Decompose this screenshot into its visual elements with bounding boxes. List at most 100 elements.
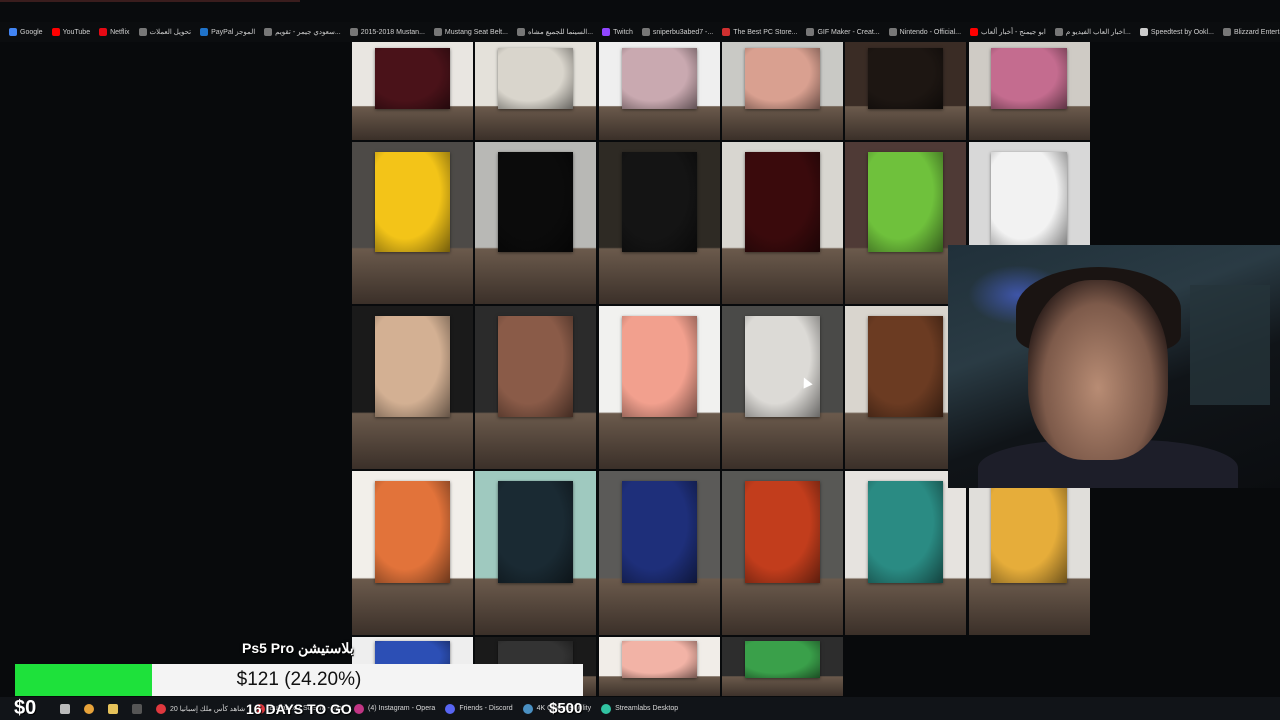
tile-joker-dance[interactable] bbox=[721, 142, 843, 304]
tile-swirl-marble-art[interactable] bbox=[598, 42, 720, 140]
taskbar-app-label: Friends - Discord bbox=[459, 705, 513, 712]
poster-art bbox=[744, 315, 820, 417]
poster-art bbox=[374, 151, 450, 253]
google-icon bbox=[9, 28, 17, 36]
bookmark-14[interactable]: ابو جيمنج - أخبار ألعاب bbox=[970, 28, 1046, 36]
poster-art bbox=[991, 47, 1067, 109]
poster-art bbox=[498, 151, 574, 253]
tile-just-do-it-poster[interactable] bbox=[352, 142, 473, 304]
tile-red-portrait-art[interactable] bbox=[721, 471, 843, 635]
poster-art bbox=[621, 47, 697, 109]
taskbar-app-label: شاهد كأس ملك إسبانيا 20 bbox=[170, 705, 246, 713]
poster-art bbox=[991, 480, 1067, 583]
taskbar-app-2[interactable]: (4) Instagram - Opera bbox=[354, 703, 436, 714]
page-icon bbox=[516, 28, 525, 36]
instagram-icon bbox=[354, 703, 365, 714]
webcam-overlay bbox=[948, 245, 1280, 488]
bookmark-0[interactable]: Google bbox=[9, 28, 43, 36]
bookmark-label: The Best PC Store... bbox=[733, 28, 798, 36]
poster-art bbox=[744, 151, 820, 253]
bookmark-13[interactable]: Nintendo - Official... bbox=[888, 28, 962, 36]
tile-pink-birds-art[interactable] bbox=[598, 637, 720, 696]
tile-floral-over-leather-sofa[interactable] bbox=[721, 42, 843, 140]
poster-art bbox=[498, 315, 574, 417]
page-icon bbox=[888, 28, 897, 36]
browser-top-strip bbox=[0, 0, 1280, 22]
bookmark-15[interactable]: اخبار العاب الفيديو م... bbox=[1054, 28, 1131, 36]
goal-progress-bar: $121 (24.20%) bbox=[15, 664, 583, 696]
taskbar-windows-icon[interactable] bbox=[60, 703, 74, 714]
page-icon bbox=[264, 28, 273, 36]
page-icon bbox=[138, 28, 147, 36]
poster-art bbox=[744, 480, 820, 583]
taskbar-app-5[interactable]: Streamlabs Desktop bbox=[601, 703, 679, 714]
capture-icon bbox=[522, 703, 533, 714]
bookmark-11[interactable]: The Best PC Store... bbox=[722, 28, 797, 36]
poster-art bbox=[621, 315, 697, 417]
poster-art bbox=[991, 151, 1067, 253]
poster-art bbox=[374, 315, 450, 417]
tile-teal-river-aerial[interactable] bbox=[475, 471, 597, 635]
bookmark-8[interactable]: السينما للجميع مشاه... bbox=[516, 28, 593, 36]
bookmark-10[interactable]: sniperbu3abed7 -... bbox=[641, 28, 713, 36]
poster-art bbox=[744, 47, 820, 109]
bookmark-6[interactable]: 2015-2018 Mustan... bbox=[349, 28, 425, 36]
tile-clownfish-art[interactable] bbox=[721, 637, 843, 696]
tile-melting-hand-art[interactable] bbox=[721, 306, 843, 469]
poster-art bbox=[374, 47, 450, 109]
bookmark-label: Netflix bbox=[110, 28, 130, 36]
goal-target-amount: $500 bbox=[549, 700, 583, 717]
bookmark-label: اخبار العاب الفيديو م... bbox=[1065, 29, 1131, 36]
taskbar-app-3[interactable]: Friends - Discord bbox=[445, 703, 513, 714]
taskbar-app-label: Streamlabs Desktop bbox=[615, 705, 679, 712]
tile-maroon-frame-console[interactable] bbox=[352, 42, 473, 140]
bookmark-label: YouTube bbox=[62, 28, 91, 36]
taskbar-folder-icon[interactable] bbox=[108, 703, 122, 714]
youtube-icon bbox=[51, 28, 60, 36]
bookmark-17[interactable]: Blizzard Entertain... bbox=[1222, 28, 1280, 36]
bookmark-12[interactable]: GIF Maker - Creat... bbox=[806, 28, 880, 36]
bookmark-3[interactable]: تحويل العملات bbox=[138, 28, 191, 36]
countdown-text: 16 DAYS TO GO bbox=[246, 701, 352, 717]
bookmark-label: سعودي جيمر - تقويم... bbox=[275, 29, 341, 36]
tile-olive-sofa-room[interactable] bbox=[475, 42, 597, 140]
bookmark-9[interactable]: Twitch bbox=[602, 28, 633, 36]
tile-black-white-splash[interactable] bbox=[475, 142, 597, 304]
goal-title: Ps5 Pro بلاستيشن bbox=[242, 640, 354, 656]
tile-leopard-pink-sun[interactable] bbox=[352, 471, 473, 635]
bookmark-label: Mustang Seat Belt... bbox=[444, 28, 508, 36]
tile-pink-wash-sofa[interactable] bbox=[598, 306, 720, 469]
tile-dark-room-frame[interactable] bbox=[845, 42, 967, 140]
tile-woman-sunglasses[interactable] bbox=[968, 471, 1090, 635]
tile-marble-mustard-chair[interactable] bbox=[475, 306, 597, 469]
bookmark-16[interactable]: Speedtest by Ookl... bbox=[1139, 28, 1214, 36]
goal-amount-text: $121 (24.20%) bbox=[236, 669, 362, 690]
bookmark-label: GIF Maker - Creat... bbox=[817, 28, 880, 36]
taskbar-chrome-icon[interactable] bbox=[84, 703, 98, 714]
bookmark-5[interactable]: سعودي جيمر - تقويم... bbox=[264, 28, 341, 36]
page-icon bbox=[806, 28, 815, 36]
bookmark-1[interactable]: YouTube bbox=[51, 28, 91, 36]
store-icon bbox=[722, 28, 731, 36]
taskbar-app-label: (4) Instagram - Opera bbox=[368, 705, 436, 712]
poster-art bbox=[621, 640, 697, 678]
bookmark-label: PayPal الموجز bbox=[211, 29, 256, 36]
tile-teal-marble-art[interactable] bbox=[845, 471, 967, 635]
tile-dark-tropical-leaves[interactable] bbox=[598, 142, 720, 304]
bookmark-label: Nintendo - Official... bbox=[899, 28, 962, 36]
tile-blue-swirl-art[interactable] bbox=[598, 471, 720, 635]
taskbar-app-0[interactable]: شاهد كأس ملك إسبانيا 20 bbox=[156, 703, 246, 714]
poster-art bbox=[868, 47, 944, 109]
bookmark-label: 2015-2018 Mustan... bbox=[360, 28, 425, 36]
bookmark-4[interactable]: PayPal الموجز bbox=[200, 28, 255, 36]
page-icon bbox=[1222, 28, 1231, 36]
bookmark-2[interactable]: Netflix bbox=[99, 28, 130, 36]
taskbar-terminal-icon[interactable] bbox=[132, 703, 146, 714]
windows-taskbar: شاهد كأس ملك إسبانيا 20 Bu3abed7 Stream -… bbox=[0, 697, 1280, 720]
bookmark-7[interactable]: Mustang Seat Belt... bbox=[433, 28, 508, 36]
bookmark-label: Blizzard Entertain... bbox=[1233, 28, 1280, 36]
poster-art bbox=[868, 151, 944, 253]
tile-collage-portrait[interactable] bbox=[968, 42, 1090, 140]
tile-beige-abstract-chair[interactable] bbox=[352, 306, 473, 469]
poster-art bbox=[498, 47, 574, 109]
